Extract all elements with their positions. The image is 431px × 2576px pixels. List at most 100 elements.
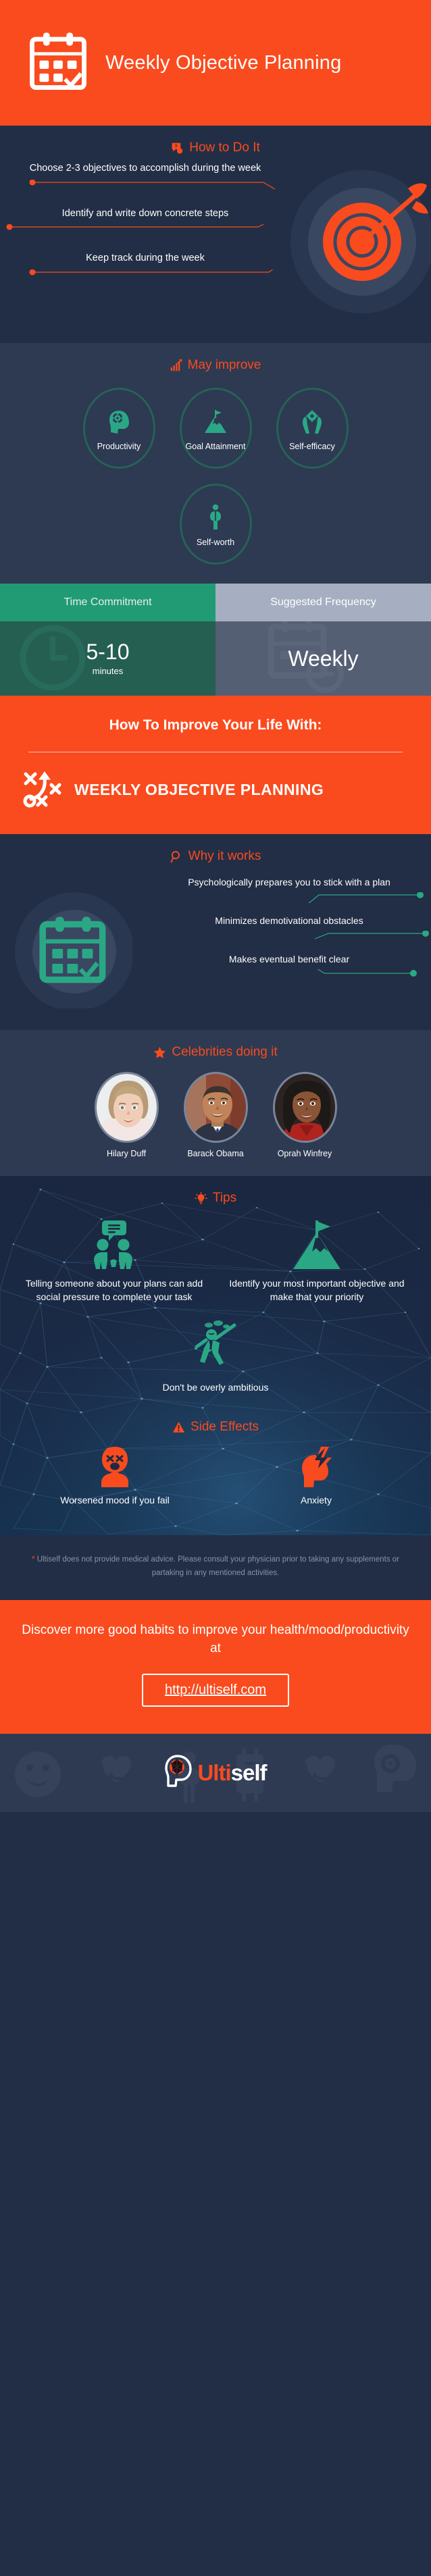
tips-list: Telling someone about your plans can add… (0, 1211, 431, 1304)
why-reasons-list: Psychologically prepares you to stick wi… (147, 876, 431, 991)
stats-header-time: Time Commitment (0, 584, 216, 621)
clock-icon (20, 625, 86, 691)
bar-chart-arrow-icon (170, 359, 182, 371)
magnifier-icon (170, 850, 183, 863)
angry-face-icon (20, 1445, 209, 1487)
two-people-talking-icon (19, 1219, 209, 1270)
connector-line (29, 261, 284, 276)
how-to-step-text: Choose 2-3 objectives to accomplish duri… (29, 163, 261, 174)
mountain-flag-icon (203, 405, 228, 435)
may-improve-item-label: Goal Attainment (185, 441, 246, 451)
strategy-play-icon (22, 769, 64, 811)
may-improve-item-label: Self-worth (196, 537, 235, 547)
brand-wordmark-second: self (230, 1759, 268, 1785)
celebrity-photo-barack-obama (183, 1072, 248, 1143)
side-effects-heading: Side Effects (0, 1397, 431, 1440)
may-improve-item: Goal Attainment (179, 388, 252, 469)
celebrity-card: Oprah Winfrey (268, 1072, 341, 1158)
why-it-works-section: Why it works Psychologically prepares yo… (0, 834, 431, 1031)
cta-url-button[interactable]: http://ultiself.com (141, 1673, 290, 1707)
why-it-works-heading-label: Why it works (188, 849, 261, 864)
may-improve-heading: May improve (0, 343, 431, 378)
stats-header-frequency: Suggested Frequency (216, 584, 431, 621)
connector-line (6, 218, 275, 230)
how-to-do-it-section: ? How to Do It Choose 2-3 objectives to … (0, 126, 431, 343)
stats-column-time: Time Commitment 5-10 minutes (0, 584, 216, 696)
celebrity-name: Oprah Winfrey (277, 1149, 332, 1159)
side-effect-text: Anxiety (301, 1494, 332, 1505)
side-effect-item: Anxiety (222, 1445, 411, 1507)
tip-item: Telling someone about your plans can add… (19, 1219, 209, 1304)
may-improve-item: Self-efficacy (276, 388, 349, 469)
celebrity-card: Barack Obama (179, 1072, 252, 1158)
target-dart-icon (282, 166, 431, 321)
lightbulb-icon (195, 1191, 207, 1205)
side-effects-heading-label: Side Effects (190, 1419, 259, 1434)
celebrities-heading: Celebrities doing it (0, 1030, 431, 1065)
tips-heading-label: Tips (212, 1191, 237, 1206)
standing-person-icon (207, 501, 224, 531)
page-footer: Ultiself (0, 1733, 431, 1812)
how-to-step-text: Keep track during the week (86, 253, 205, 264)
why-reason: Psychologically prepares you to stick wi… (147, 876, 431, 908)
celebrity-card: Hilary Duff (90, 1072, 163, 1158)
stats-value-number: 5-10 (86, 640, 130, 664)
page-header: Weekly Objective Planning (0, 0, 431, 126)
side-effects-list: Worsened mood if you fail Anxiety (0, 1440, 431, 1535)
why-it-works-heading: Why it works (0, 834, 431, 869)
how-to-step: Choose 2-3 objectives to accomplish duri… (0, 162, 290, 195)
calendar-check-icon (28, 30, 88, 96)
celebrities-list: Hilary Duff Barack Obama Oprah Winfrey (0, 1065, 431, 1158)
improve-life-banner: How To Improve Your Life With: WEEKLY OB… (0, 696, 431, 835)
question-bubble-icon: ? (171, 142, 184, 155)
brand-lockup: Ultiself (164, 1754, 268, 1791)
celebrity-photo-hilary-duff (94, 1072, 159, 1143)
how-to-step: Identify and write down concrete steps (0, 207, 290, 238)
hands-gear-icon (300, 405, 324, 435)
stats-value-frequency: Weekly (216, 621, 431, 696)
stats-value-unit: minutes (92, 666, 124, 676)
head-gear-icon (107, 405, 130, 435)
tip-text: Don't be overly ambitious (162, 1381, 269, 1393)
stats-value-number: Weekly (288, 646, 359, 671)
why-reason: Makes eventual benefit clear (147, 953, 431, 983)
calendar-check-icon (11, 887, 134, 1012)
cta-section: Discover more good habits to improve you… (0, 1600, 431, 1734)
banner-top-line: How To Improve Your Life With: (109, 717, 322, 733)
infographic-page: Weekly Objective Planning ? How to Do It (0, 0, 431, 2576)
connector-line (314, 929, 429, 939)
banner-habit-name: WEEKLY OBJECTIVE PLANNING (74, 780, 324, 798)
brain-head-logo-icon (164, 1754, 193, 1791)
how-to-steps-list: Choose 2-3 objectives to accomplish duri… (0, 162, 290, 297)
side-effect-text: Worsened mood if you fail (60, 1494, 170, 1505)
celebrity-name: Hilary Duff (106, 1149, 147, 1159)
tips-heading: Tips (0, 1176, 431, 1211)
why-reason: Minimizes demotivational obstacles (147, 915, 431, 945)
cta-text: Discover more good habits to improve you… (22, 1623, 409, 1655)
tip-item: Identify your most important objective a… (222, 1219, 412, 1304)
why-reason-text: Makes eventual benefit clear (228, 953, 350, 964)
disclaimer-asterisk: * (32, 1555, 35, 1564)
may-improve-section: May improve Productivity Goal Attainment… (0, 343, 431, 584)
how-to-do-it-heading: ? How to Do It (0, 126, 431, 161)
connector-line (303, 892, 424, 908)
disclaimer-text: Ultiself does not provide medical advice… (36, 1555, 399, 1578)
celebrity-photo-oprah-winfrey (272, 1072, 337, 1143)
mountain-flag-icon (222, 1219, 412, 1270)
may-improve-list: Productivity Goal Attainment Self-effica… (0, 378, 431, 565)
disclaimer-section: * Ultiself does not provide medical advi… (0, 1535, 431, 1601)
warning-triangle-icon (172, 1421, 185, 1433)
how-to-do-it-heading-label: How to Do It (189, 140, 260, 155)
svg-text:?: ? (175, 144, 178, 149)
banner-bottom-row: WEEKLY OBJECTIVE PLANNING (18, 769, 413, 811)
connector-line (309, 963, 417, 977)
tip-item: Don't be overly ambitious (0, 1304, 431, 1397)
brand-wordmark: Ultiself (197, 1759, 268, 1786)
stats-table: Time Commitment 5-10 minutes Suggested F… (0, 584, 431, 696)
celebrities-section: Celebrities doing it Hilary Duff Barack … (0, 1030, 431, 1177)
tip-text: Telling someone about your plans can add… (25, 1278, 203, 1302)
tip-text: Identify your most important objective a… (229, 1278, 405, 1302)
brand-wordmark-first: Ulti (197, 1759, 231, 1785)
may-improve-item: Productivity (82, 388, 155, 469)
may-improve-item-label: Productivity (97, 441, 141, 451)
